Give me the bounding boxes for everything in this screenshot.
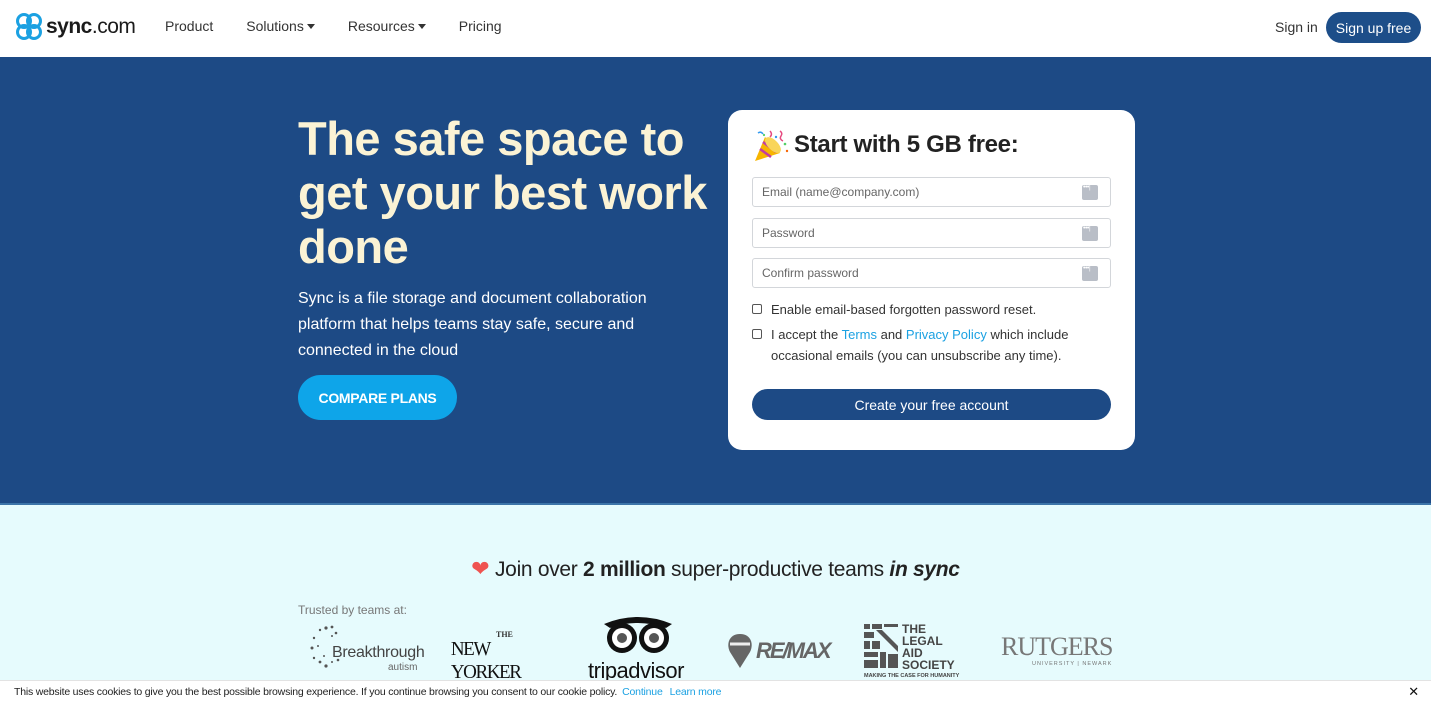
site-header: sync.com Product Solutions Resources Pri… (0, 0, 1431, 57)
close-icon[interactable]: ✕ (1408, 684, 1419, 700)
new-yorker-logo: THE NEW YORKER (450, 630, 522, 683)
nav-resources[interactable]: Resources (348, 18, 426, 34)
password-field[interactable]: Password (752, 218, 1111, 248)
caret-down-icon (417, 23, 426, 29)
compare-plans-button[interactable]: COMPARE PLANS (298, 375, 457, 420)
password-reset-option: Enable email-based forgotten password re… (752, 299, 1036, 320)
terms-option: I accept the Terms and Privacy Policy wh… (752, 324, 1092, 366)
email-field[interactable]: Email (name@company.com) (752, 177, 1111, 207)
hero-section: The safe space to get your best work don… (0, 57, 1431, 505)
privacy-policy-link[interactable]: Privacy Policy (906, 327, 987, 342)
sync-logo[interactable]: sync.com (14, 13, 136, 41)
party-popper-icon (755, 130, 789, 161)
confirm-password-field[interactable]: Confirm password (752, 258, 1111, 288)
balloon-icon (728, 634, 752, 668)
owl-icon (604, 617, 672, 653)
heart-icon: ❤ (471, 556, 490, 581)
caret-down-icon (306, 23, 315, 29)
nav-pricing[interactable]: Pricing (459, 18, 502, 34)
remax-logo: RE/MAX (726, 632, 841, 672)
main-nav: Product Solutions Resources Pricing (165, 18, 535, 34)
cookie-banner: This website uses cookies to give you th… (0, 680, 1431, 702)
legal-aid-mark-icon (864, 624, 898, 668)
legal-aid-society-logo: THE LEGAL AID SOCIETY MAKING THE CASE FOR H… (864, 622, 960, 679)
password-reset-checkbox[interactable] (752, 304, 762, 314)
password-manager-icon[interactable] (1082, 184, 1098, 200)
password-manager-icon[interactable] (1082, 265, 1098, 281)
cookie-continue-link[interactable]: Continue (622, 686, 663, 698)
hero-title: The safe space to get your best work don… (298, 112, 707, 273)
breakthrough-autism-logo: Breakthrough autism (310, 622, 430, 680)
create-account-button[interactable]: Create your free account (752, 389, 1111, 420)
nav-solutions[interactable]: Solutions (246, 18, 315, 34)
trusted-label: Trusted by teams at: (298, 603, 407, 617)
nav-product[interactable]: Product (165, 18, 213, 34)
signup-card-title: Start with 5 GB free: (752, 127, 1019, 163)
rutgers-logo: RUTGERS UNIVERSITY | NEWARK (1001, 632, 1113, 667)
hero-description: Sync is a file storage and document coll… (298, 290, 647, 359)
sign-up-button[interactable]: Sign up free (1326, 12, 1421, 43)
cookie-learn-more-link[interactable]: Learn more (670, 686, 722, 698)
signup-card: Start with 5 GB free: Email (name@compan… (728, 110, 1135, 450)
sign-in-link[interactable]: Sign in (1275, 19, 1318, 35)
terms-link[interactable]: Terms (842, 327, 877, 342)
cookie-text: This website uses cookies to give you th… (14, 685, 618, 698)
tripadvisor-logo: tripadvisor (588, 614, 698, 683)
logo-text: sync.com (46, 15, 136, 38)
password-manager-icon[interactable] (1082, 225, 1098, 241)
join-headline: ❤ Join over 2 million super-productive t… (471, 556, 960, 581)
customer-logos: Breakthrough autism THE NEW YORKER tripa… (298, 617, 1128, 683)
sync-logo-icon (16, 13, 42, 40)
terms-checkbox[interactable] (752, 329, 762, 339)
